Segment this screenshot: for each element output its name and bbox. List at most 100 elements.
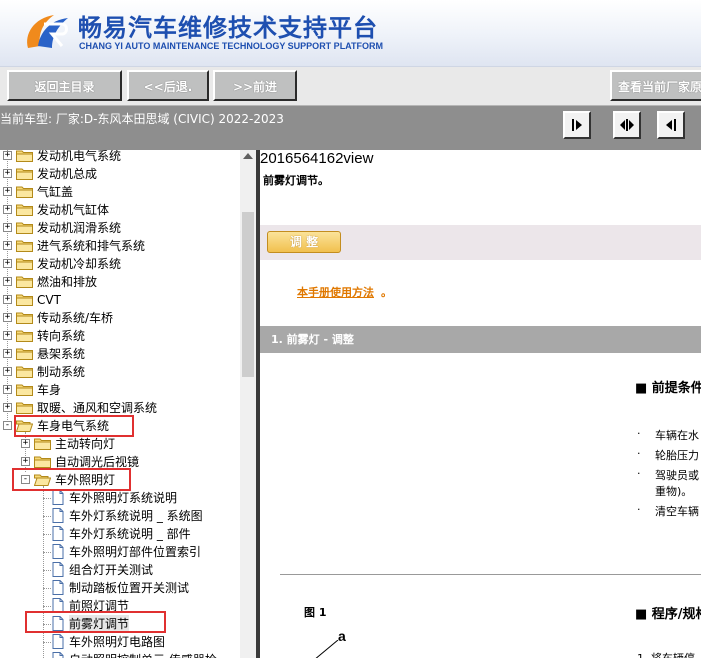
expand-icon[interactable]: + xyxy=(3,403,12,412)
forward-button[interactable]: >>前进 xyxy=(213,70,297,101)
tree-folder-item[interactable]: + CVT xyxy=(0,291,240,309)
folder-icon xyxy=(16,150,33,162)
expand-icon[interactable]: + xyxy=(3,187,12,196)
tree-line xyxy=(43,642,51,643)
back-button[interactable]: <<后退. xyxy=(127,70,209,101)
tree-leaf-item[interactable]: 制动踏板位置开关测试 xyxy=(0,579,240,597)
tree-line xyxy=(43,516,51,517)
expand-icon[interactable]: + xyxy=(3,259,12,268)
tree-leaf-item[interactable]: 车外照明灯系统说明 xyxy=(0,489,240,507)
expand-icon[interactable]: + xyxy=(3,223,12,232)
figure-leader-line xyxy=(315,640,339,658)
tree-folder-item[interactable]: + 发动机总成 xyxy=(0,165,240,183)
adjust-button[interactable]: 调 整 xyxy=(267,231,341,253)
folder-icon xyxy=(16,276,33,288)
tree-item-label: 进气系统和排气系统 xyxy=(37,239,146,253)
split-view-button[interactable] xyxy=(613,111,641,139)
tree-item-label: 车外照明灯电路图 xyxy=(69,635,166,649)
tree-leaf-item[interactable]: 自动照明控制单元 传感器检 xyxy=(0,651,240,658)
view-manufacturer-button[interactable]: 查看当前厂家原 xyxy=(610,70,701,101)
folder-icon xyxy=(16,168,33,180)
folder-icon xyxy=(16,348,33,360)
collapse-left-button[interactable] xyxy=(563,111,591,139)
tree-scrollbar[interactable] xyxy=(240,150,256,658)
expand-icon[interactable]: + xyxy=(3,313,12,322)
tree-item-label: 车身 xyxy=(37,383,62,397)
tree-folder-item[interactable]: + 传动系统/车桥 xyxy=(0,309,240,327)
tree-line xyxy=(43,498,51,499)
toolbar: 返回主目录 <<后退. >>前进 查看当前厂家原 xyxy=(0,66,701,106)
home-button[interactable]: 返回主目录 xyxy=(7,70,122,101)
tree-item-label: 发动机气缸体 xyxy=(37,203,110,217)
highlight-box xyxy=(25,611,166,633)
tree-folder-item[interactable]: + 悬架系统 xyxy=(0,345,240,363)
expand-icon[interactable]: + xyxy=(3,151,12,160)
expand-icon[interactable]: + xyxy=(21,439,30,448)
app-header: 畅易汽车维修技术支持平台 CHANG YI AUTO MAINTENANCE T… xyxy=(0,0,701,66)
tree-folder-item[interactable]: + 制动系统 xyxy=(0,363,240,381)
logo-icon xyxy=(27,15,68,48)
tree-item-label: 发动机总成 xyxy=(37,167,98,181)
tree-item-label: 车外照明灯部件位置索引 xyxy=(69,545,202,559)
app-subtitle: CHANG YI AUTO MAINTENANCE TECHNOLOGY SUP… xyxy=(79,41,384,51)
tree-leaf-item[interactable]: 车外灯系统说明 _ 系统图 xyxy=(0,507,240,525)
tree-folder-item[interactable]: + 发动机润滑系统 xyxy=(0,219,240,237)
tree-leaf-item[interactable]: 组合灯开关测试 xyxy=(0,561,240,579)
category-tree: + 发动机电气系统 + 发动机总成 + 气缸盖 + 发动机气缸体 + 发动机润滑系统 + 进气系统和排… xyxy=(0,150,256,658)
document-pane: 2016564162view 前雾灯调节。 调 整 本手册使用方法 。 1. 前… xyxy=(260,150,701,658)
folder-icon xyxy=(16,366,33,378)
folder-icon xyxy=(16,204,33,216)
tree-leaf-item[interactable]: 车外照明灯部件位置索引 xyxy=(0,543,240,561)
tree-item-label: 制动踏板位置开关测试 xyxy=(69,581,190,595)
scrollbar-thumb[interactable] xyxy=(242,212,254,377)
tree-item-label: 组合灯开关测试 xyxy=(69,563,154,577)
tree-line xyxy=(43,588,51,589)
section-header: 1. 前雾灯 - 调整 xyxy=(260,326,701,353)
adjust-band: 调 整 xyxy=(260,225,701,260)
expand-icon[interactable]: + xyxy=(3,205,12,214)
tree-item-label: 车外灯系统说明 _ 系统图 xyxy=(69,509,203,523)
expand-icon[interactable]: + xyxy=(3,241,12,250)
expand-icon[interactable]: + xyxy=(3,295,12,304)
expand-icon[interactable]: + xyxy=(3,349,12,358)
status-bar: 当前车型: 厂家:D-东风本田思域 (CIVIC) 2022-2023 xyxy=(0,106,701,150)
expand-icon[interactable]: + xyxy=(3,277,12,286)
folder-icon xyxy=(34,438,51,450)
manual-usage-link[interactable]: 本手册使用方法 xyxy=(297,284,374,300)
expand-icon[interactable]: + xyxy=(3,169,12,178)
collapse-right-button[interactable] xyxy=(657,111,685,139)
current-model-label: 当前车型: 厂家:D-东风本田思域 (CIVIC) 2022-2023 xyxy=(0,112,284,126)
expand-icon[interactable]: + xyxy=(21,457,30,466)
document-icon xyxy=(52,508,64,523)
tree-folder-item[interactable]: + 进气系统和排气系统 xyxy=(0,237,240,255)
scroll-up-icon[interactable] xyxy=(243,153,253,159)
tree-item-label: 燃油和排放 xyxy=(37,275,98,289)
manual-link-period: 。 xyxy=(381,286,392,299)
tree-item-label: 车外照明灯系统说明 xyxy=(69,491,178,505)
folder-icon xyxy=(16,330,33,342)
expand-icon[interactable]: + xyxy=(3,331,12,340)
folder-icon xyxy=(16,384,33,396)
tree-folder-item[interactable]: + 发动机气缸体 xyxy=(0,201,240,219)
tree-folder-item[interactable]: + 车身 xyxy=(0,381,240,399)
tree-leaf-item[interactable]: 车外灯系统说明 _ 部件 xyxy=(0,525,240,543)
document-id: 2016564162view xyxy=(260,150,374,167)
tree-item-label: 发动机电气系统 xyxy=(37,150,122,163)
tree-folder-item[interactable]: + 转向系统 xyxy=(0,327,240,345)
app-title: 畅易汽车维修技术支持平台 xyxy=(78,14,378,42)
folder-icon xyxy=(16,294,33,306)
tree-folder-item[interactable]: + 燃油和排放 xyxy=(0,273,240,291)
tree-item-label: 气缸盖 xyxy=(37,185,74,199)
figure-label: 图 1 xyxy=(304,606,327,619)
arrow-right-icon xyxy=(572,119,582,131)
arrow-left-icon xyxy=(666,119,676,131)
tree-folder-item[interactable]: + 气缸盖 xyxy=(0,183,240,201)
tree-folder-item[interactable]: + 发动机冷却系统 xyxy=(0,255,240,273)
tree-folder-item[interactable]: + 发动机电气系统 xyxy=(0,150,240,165)
expand-icon[interactable]: + xyxy=(3,385,12,394)
tree-folder-item[interactable]: + 主动转向灯 xyxy=(0,435,240,453)
tree-leaf-item[interactable]: 车外照明灯电路图 xyxy=(0,633,240,651)
collapse-icon[interactable]: - xyxy=(3,421,12,430)
expand-icon[interactable]: + xyxy=(3,367,12,376)
section-divider xyxy=(280,574,701,575)
